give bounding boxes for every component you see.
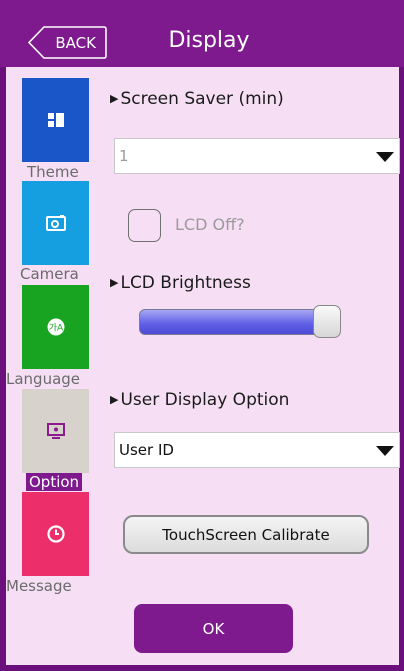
sidebar-item-message[interactable] [22, 492, 89, 576]
lcd-brightness-heading: ▶ LCD Brightness [110, 273, 251, 293]
sidebar-label-camera: Camera [20, 265, 79, 283]
sidebar-item-camera[interactable] [22, 181, 89, 265]
lcd-off-label: LCD Off? [175, 215, 245, 234]
monitor-icon [46, 422, 65, 439]
triangle-bullet-icon: ▶ [110, 276, 119, 289]
user-display-select[interactable]: User ID [114, 432, 400, 468]
user-display-heading: ▶ User Display Option [110, 390, 289, 410]
screen-saver-select[interactable]: 1 [114, 138, 400, 174]
ok-button[interactable]: OK [134, 604, 293, 653]
brightness-slider-track[interactable] [139, 309, 327, 335]
svg-text:가A: 가A [48, 323, 63, 334]
grid-icon [47, 113, 64, 127]
content-panel: Theme Camera 가A Language Option Message [6, 67, 400, 665]
chevron-down-icon [376, 152, 394, 162]
chevron-down-icon [376, 446, 394, 456]
camera-icon [45, 215, 66, 231]
lcd-off-checkbox[interactable] [128, 209, 161, 242]
lcd-brightness-label: LCD Brightness [120, 273, 251, 293]
user-display-label: User Display Option [120, 390, 290, 410]
touchscreen-calibrate-button[interactable]: TouchScreen Calibrate [123, 515, 369, 554]
screen-saver-label: Screen Saver (min) [120, 89, 284, 109]
sidebar-item-theme[interactable] [22, 78, 89, 162]
sidebar-label-theme: Theme [27, 163, 79, 181]
sidebar-label-option: Option [26, 473, 83, 491]
screen-saver-value: 1 [119, 147, 129, 165]
globe-icon: 가A [47, 318, 64, 336]
triangle-bullet-icon: ▶ [110, 393, 119, 406]
header-bar: BACK Display [0, 0, 404, 67]
user-display-value: User ID [119, 441, 174, 459]
sidebar-item-option[interactable] [22, 389, 89, 473]
sidebar-item-language[interactable]: 가A [22, 285, 89, 369]
page-title: Display [168, 28, 250, 53]
sidebar-label-message: Message [6, 577, 72, 595]
screen-saver-heading: ▶ Screen Saver (min) [110, 89, 284, 109]
triangle-bullet-icon: ▶ [110, 92, 119, 105]
clock-icon [46, 525, 65, 543]
brightness-slider-thumb[interactable] [313, 305, 341, 338]
sidebar-label-language: Language [6, 370, 81, 388]
